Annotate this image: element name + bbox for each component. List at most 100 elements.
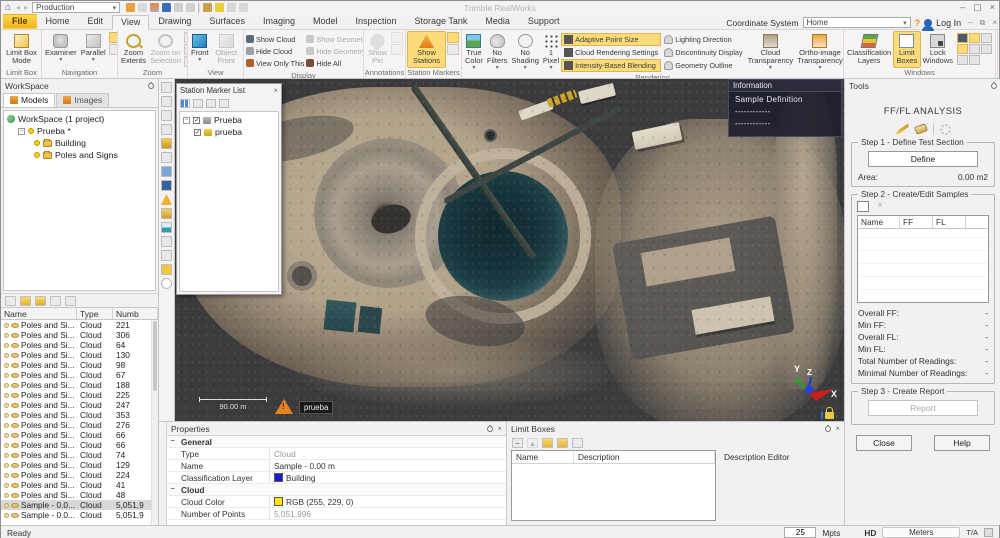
front-view-button[interactable]: Front ▾ bbox=[189, 31, 211, 68]
qat-icon[interactable] bbox=[150, 3, 160, 12]
help-button[interactable]: Help bbox=[934, 435, 990, 451]
table-row[interactable]: Poles and Si... Cloud 306 bbox=[1, 330, 158, 340]
table-row[interactable]: Poles and Si... Cloud 74 bbox=[1, 450, 158, 460]
tab-images[interactable]: Images bbox=[56, 93, 110, 107]
window-layout-tile[interactable] bbox=[957, 44, 968, 54]
tree-item-folder[interactable]: Poles and Signs bbox=[4, 149, 155, 161]
annotation-lock-button[interactable] bbox=[391, 32, 403, 43]
collapse-icon[interactable]: − bbox=[167, 486, 178, 493]
station-option-button[interactable] bbox=[447, 44, 459, 55]
tree-item-project[interactable]: − Prueba * bbox=[4, 125, 155, 137]
settings-icon[interactable] bbox=[939, 123, 951, 135]
table-row[interactable]: Poles and Si... Cloud 247 bbox=[1, 400, 158, 410]
cloud-transparency-button[interactable]: Cloud Transparency ▾ bbox=[746, 31, 796, 73]
pin-icon[interactable] bbox=[824, 424, 833, 433]
display-toggle[interactable]: Hide Cloud bbox=[246, 45, 304, 57]
visibility-bulb-icon[interactable] bbox=[4, 402, 9, 408]
visibility-bulb-icon[interactable] bbox=[4, 362, 9, 368]
visibility-bulb-icon[interactable] bbox=[4, 342, 9, 348]
checkbox[interactable]: ✓ bbox=[194, 128, 201, 136]
visibility-bulb-icon[interactable] bbox=[4, 382, 9, 388]
visibility-bulb-icon[interactable] bbox=[4, 422, 9, 428]
qat-icon[interactable] bbox=[227, 3, 237, 12]
qat-icon[interactable] bbox=[174, 3, 184, 12]
table-row[interactable]: Poles and Si... Cloud 130 bbox=[1, 350, 158, 360]
close-icon[interactable]: × bbox=[273, 86, 278, 95]
visibility-bulb-icon[interactable] bbox=[4, 392, 9, 398]
table-row[interactable]: Sample - 0.0... Cloud 5,051,9 bbox=[1, 500, 158, 510]
table-row[interactable]: Poles and Si... Cloud 276 bbox=[1, 420, 158, 430]
tab-models[interactable]: Models bbox=[3, 93, 56, 107]
viewport-tool-icon[interactable] bbox=[161, 194, 172, 205]
viewport-tool-icon[interactable] bbox=[161, 110, 172, 121]
close-icon[interactable]: × bbox=[990, 2, 995, 13]
column-header-ff[interactable]: FF bbox=[900, 216, 933, 228]
expand-all-icon[interactable] bbox=[206, 98, 216, 108]
rendering-toggle[interactable]: Discontinuity Display bbox=[661, 46, 745, 59]
density-input[interactable] bbox=[784, 527, 817, 538]
ribbon-tab[interactable]: Drawing bbox=[149, 14, 200, 29]
table-row[interactable]: Poles and Si... Cloud 67 bbox=[1, 370, 158, 380]
column-header-description[interactable]: Description bbox=[574, 451, 715, 463]
point-size-button[interactable]: 1 Pixel ▾ bbox=[541, 31, 561, 73]
viewport-tool-icon[interactable] bbox=[161, 208, 172, 219]
table-row[interactable]: Poles and Si... Cloud 221 bbox=[1, 320, 158, 330]
visibility-bulb-icon[interactable] bbox=[4, 482, 9, 488]
ribbon-tab[interactable]: Media bbox=[476, 14, 519, 29]
help-icon[interactable]: ? bbox=[915, 18, 921, 28]
samples-table[interactable]: Name FF FL bbox=[857, 215, 989, 303]
qat-icon[interactable] bbox=[162, 3, 172, 12]
rendering-toggle[interactable]: Adaptive Point Size bbox=[561, 33, 662, 46]
remove-icon[interactable]: − bbox=[512, 437, 523, 448]
visibility-bulb-icon[interactable] bbox=[4, 432, 9, 438]
ribbon-tab[interactable]: Storage Tank bbox=[406, 14, 477, 29]
qat-icon[interactable] bbox=[138, 3, 148, 12]
move-up-icon[interactable] bbox=[35, 295, 46, 306]
ribbon-tab[interactable]: Inspection bbox=[347, 14, 406, 29]
units-selector[interactable]: Meters bbox=[882, 527, 961, 538]
table-row[interactable]: Poles and Si... Cloud 225 bbox=[1, 390, 158, 400]
qat-icon[interactable] bbox=[198, 2, 201, 13]
visibility-bulb-icon[interactable] bbox=[4, 322, 9, 328]
delete-sample-icon[interactable]: × bbox=[874, 201, 886, 212]
maximize-icon[interactable]: ▢ bbox=[973, 2, 982, 13]
qat-icon[interactable] bbox=[186, 3, 196, 12]
window-layout-tile[interactable] bbox=[969, 44, 980, 54]
table-row[interactable]: Poles and Si... Cloud 41 bbox=[1, 480, 158, 490]
viewport-tool-icon[interactable] bbox=[161, 278, 172, 289]
visibility-bulb-icon[interactable] bbox=[4, 372, 9, 378]
ribbon-tab[interactable]: View bbox=[112, 15, 150, 30]
viewport-tool-icon[interactable] bbox=[161, 250, 172, 261]
qat-icon[interactable] bbox=[126, 3, 136, 12]
property-row-name[interactable]: Name Sample - 0.00 m bbox=[167, 460, 506, 472]
tree-item-station-project[interactable]: − ✓ Prueba bbox=[180, 114, 278, 126]
viewport-tool-icon[interactable] bbox=[161, 180, 172, 191]
search-icon[interactable] bbox=[5, 295, 16, 306]
station-marker-label[interactable]: prueba bbox=[299, 401, 334, 414]
table-row[interactable]: Poles and Si... Cloud 353 bbox=[1, 410, 158, 420]
column-header-fl[interactable]: FL bbox=[933, 216, 966, 228]
column-header-type[interactable]: Type bbox=[77, 308, 113, 319]
define-button[interactable]: Define bbox=[868, 151, 978, 167]
view-lock-icon[interactable] bbox=[821, 407, 834, 419]
eraser-icon[interactable] bbox=[913, 123, 928, 135]
table-row[interactable]: Poles and Si... Cloud 48 bbox=[1, 490, 158, 500]
visibility-bulb-icon[interactable] bbox=[4, 492, 9, 498]
display-toggle[interactable]: Hide All bbox=[306, 57, 363, 69]
pin-icon[interactable] bbox=[486, 424, 495, 433]
property-group-cloud[interactable]: − Cloud bbox=[167, 484, 506, 496]
examiner-button[interactable]: Examiner ▾ bbox=[43, 31, 79, 68]
open-folder-icon[interactable] bbox=[542, 437, 553, 448]
visibility-bulb-icon[interactable] bbox=[34, 152, 40, 158]
table-row[interactable]: Poles and Si... Cloud 98 bbox=[1, 360, 158, 370]
tree-item-workspace-root[interactable]: WorkSpace (1 project) bbox=[4, 113, 155, 125]
rendering-toggle[interactable]: Lighting Direction bbox=[661, 33, 745, 46]
viewport-tool-icon[interactable] bbox=[161, 124, 172, 135]
grid-icon[interactable] bbox=[572, 437, 583, 448]
annotation-option-button[interactable] bbox=[391, 44, 403, 55]
workflow-combobox[interactable]: Production ▾ bbox=[32, 2, 121, 13]
qat-icon[interactable] bbox=[215, 3, 225, 12]
window-layout-tile[interactable] bbox=[957, 33, 968, 43]
viewport-tool-icon[interactable] bbox=[161, 166, 172, 177]
table-row[interactable]: Sample - 0.0... Cloud 5,051,9 bbox=[1, 510, 158, 520]
